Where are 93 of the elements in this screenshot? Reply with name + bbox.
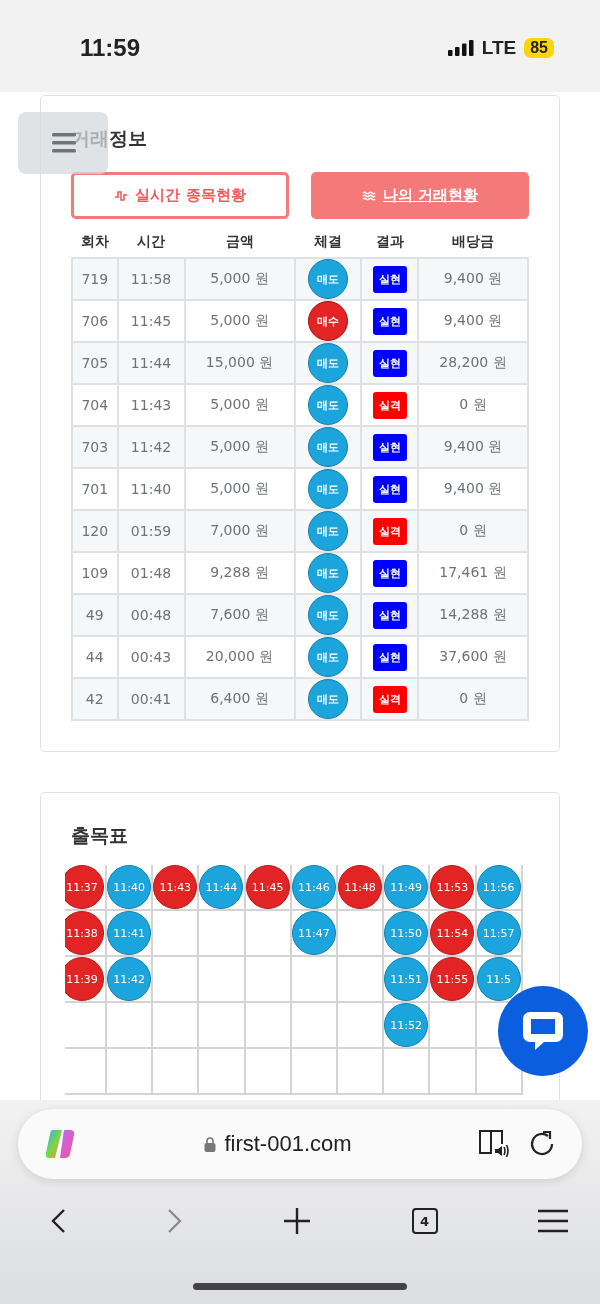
result-chip: 11:48 xyxy=(338,865,383,909)
back-icon[interactable] xyxy=(50,1208,66,1234)
forward-icon[interactable] xyxy=(166,1208,183,1234)
result-chip: 11:39 xyxy=(65,957,104,1001)
result-chip: 11:37 xyxy=(65,865,104,909)
result-badge: 실격 xyxy=(372,391,407,419)
trade-badge: 매도 xyxy=(307,637,348,677)
result-badge: 실현 xyxy=(372,475,407,503)
trade-badge: 매도 xyxy=(307,259,348,299)
waves-icon xyxy=(361,189,376,202)
table-cell: 11:44 xyxy=(117,342,185,384)
table-cell: 5,000 원 xyxy=(184,426,295,468)
table-cell: 0 원 xyxy=(418,678,528,720)
status-time: 11:59 xyxy=(80,34,141,62)
result-chip: 11:57 xyxy=(476,911,521,955)
section-title: 출목표 xyxy=(71,823,129,848)
trade-badge: 매도 xyxy=(307,469,348,509)
result-badge: 실현 xyxy=(372,601,407,629)
table-cell: 0 원 xyxy=(418,510,528,552)
result-chip: 11:53 xyxy=(430,865,475,909)
result-chip: 11:55 xyxy=(430,957,475,1001)
trade-badge: 매수 xyxy=(307,301,348,341)
table-cell: 00:41 xyxy=(117,678,185,720)
table-cell: 42 xyxy=(72,678,118,720)
result-chip: 11:45 xyxy=(245,865,290,909)
table-cell: 7,600 원 xyxy=(184,594,295,636)
result-chip: 11:5 xyxy=(476,957,521,1001)
result-badge: 실격 xyxy=(372,685,407,713)
result-badge: 실현 xyxy=(372,265,407,293)
table-cell: 49 xyxy=(72,594,118,636)
reader-audio-icon xyxy=(478,1129,510,1159)
result-chip: 11:40 xyxy=(107,865,152,909)
menu-icon[interactable] xyxy=(538,1209,568,1233)
result-chip: 11:49 xyxy=(384,865,429,909)
column-header: 체결 xyxy=(294,229,361,258)
table-cell: 120 xyxy=(72,510,118,552)
column-header: 시간 xyxy=(117,229,185,258)
result-badge: 실현 xyxy=(372,433,407,461)
trade-badge: 매도 xyxy=(307,427,348,467)
new-tab-icon[interactable] xyxy=(283,1207,311,1235)
table-cell: 11:42 xyxy=(117,426,185,468)
table-cell: 705 xyxy=(72,342,118,384)
pulse-icon xyxy=(114,189,129,202)
signal-icon xyxy=(447,40,474,56)
table-cell: 6,400 원 xyxy=(184,678,295,720)
result-chip: 11:42 xyxy=(107,957,152,1001)
result-chip: 11:54 xyxy=(430,911,475,955)
url-text: first-001.com xyxy=(224,1131,352,1157)
section-title: 거래정보 xyxy=(71,126,148,151)
table-cell: 15,000 원 xyxy=(184,342,295,384)
result-chip: 11:41 xyxy=(107,911,152,955)
table-cell: 703 xyxy=(72,426,118,468)
table-cell: 7,000 원 xyxy=(184,510,295,552)
trade-badge: 매도 xyxy=(307,385,348,425)
result-chip: 11:47 xyxy=(291,911,336,955)
result-chip: 11:46 xyxy=(291,865,336,909)
result-chip: 11:38 xyxy=(65,911,104,955)
trade-badge: 매도 xyxy=(307,595,348,635)
column-header: 금액 xyxy=(184,229,295,258)
address-bar[interactable]: first-001.com xyxy=(18,1109,582,1179)
trade-badge: 매도 xyxy=(307,511,348,551)
column-header: 회차 xyxy=(72,229,118,258)
trade-badge: 매도 xyxy=(307,343,348,383)
result-chip: 11:56 xyxy=(476,865,521,909)
table-cell: 28,200 원 xyxy=(418,342,528,384)
table-cell: 5,000 원 xyxy=(184,258,295,300)
result-badge: 실현 xyxy=(372,349,407,377)
reload-icon[interactable] xyxy=(528,1130,556,1158)
table-cell: 9,400 원 xyxy=(418,426,528,468)
table-cell: 00:48 xyxy=(117,594,185,636)
result-badge: 실현 xyxy=(372,643,407,671)
table-cell: 719 xyxy=(72,258,118,300)
table-cell: 9,400 원 xyxy=(418,258,528,300)
result-badge: 실현 xyxy=(372,307,407,335)
column-header: 결과 xyxy=(361,229,418,258)
battery-level: 85 xyxy=(524,38,554,58)
table-cell: 14,288 원 xyxy=(418,594,528,636)
result-chip: 11:51 xyxy=(384,957,429,1001)
result-badge: 실현 xyxy=(372,559,407,587)
network-label: LTE xyxy=(481,37,517,59)
lock-icon xyxy=(204,1136,217,1152)
result-chip: 11:43 xyxy=(153,865,198,909)
result-chip: 11:44 xyxy=(199,865,244,909)
trade-badge: 매도 xyxy=(307,553,348,593)
tab-count-button[interactable]: 4 xyxy=(411,1208,438,1234)
chat-icon xyxy=(520,1009,566,1053)
column-header: 배당금 xyxy=(418,229,528,258)
result-badge: 실격 xyxy=(372,517,407,545)
trade-badge: 매도 xyxy=(307,679,348,719)
table-cell: 01:59 xyxy=(117,510,185,552)
table-cell: 11:58 xyxy=(117,258,185,300)
result-chip: 11:52 xyxy=(384,1003,429,1047)
result-chip: 11:50 xyxy=(384,911,429,955)
